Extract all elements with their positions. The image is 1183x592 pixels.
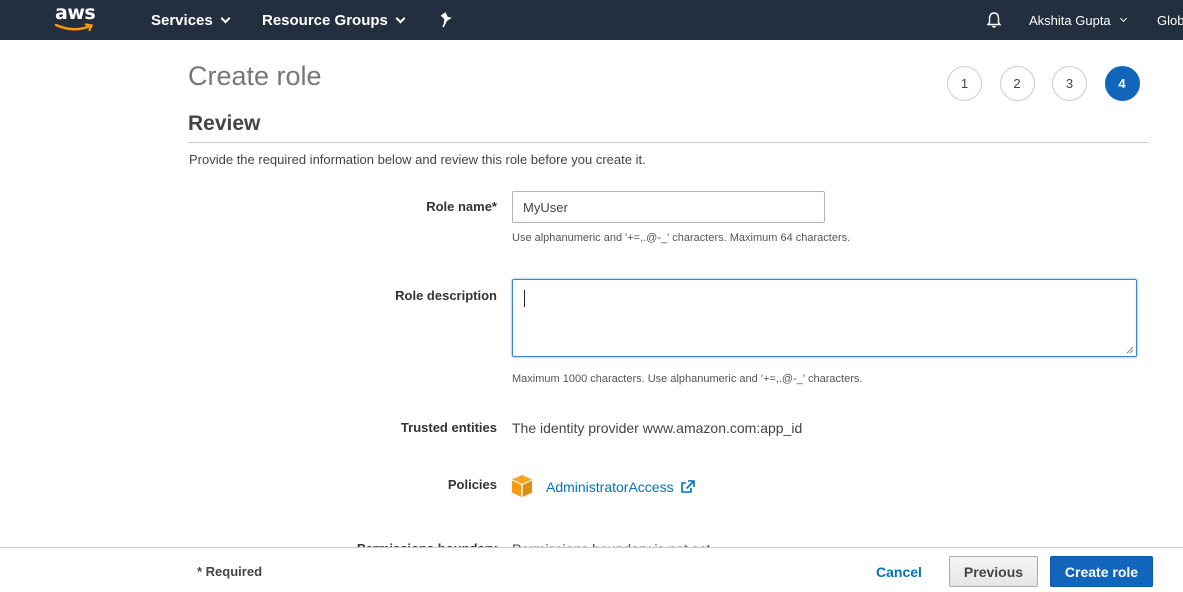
resource-groups-label: Resource Groups [262, 11, 388, 29]
chevron-down-icon [395, 13, 406, 23]
step-2[interactable]: 2 [999, 66, 1035, 101]
step-4-active: 4 [1104, 66, 1140, 101]
trusted-entities-value: The identity provider www.amazon.com:app… [512, 420, 803, 436]
policy-package-icon [512, 475, 532, 497]
policy-link-text: AdministratorAccess [546, 479, 674, 495]
wizard-steps: 1 2 3 4 [947, 66, 1157, 101]
chevron-down-icon [1119, 14, 1127, 22]
divider [188, 142, 1149, 143]
policies-label: Policies [447, 477, 497, 492]
user-name: Akshita Gupta [1029, 12, 1111, 28]
role-description-label: Role description [395, 288, 497, 303]
resize-handle-icon[interactable] [1126, 346, 1134, 354]
role-description-textarea[interactable] [512, 279, 1137, 357]
step-1[interactable]: 1 [947, 66, 982, 101]
trusted-entities-label: Trusted entities [400, 420, 497, 435]
role-name-label: Role name* [426, 199, 497, 214]
top-navigation-bar: aws Services Resource Groups Akshita Gup… [0, 0, 1183, 40]
intro-text: Provide the required information below a… [189, 152, 646, 167]
page-title: Create role [188, 61, 322, 91]
cancel-button[interactable]: Cancel [876, 564, 922, 580]
required-note: * Required [197, 564, 263, 579]
administrator-access-link[interactable]: AdministratorAccess [546, 479, 695, 495]
pin-button[interactable] [439, 0, 453, 40]
role-name-hint: Use alphanumeric and '+=,.@-_' character… [512, 232, 851, 244]
role-description-hint: Maximum 1000 characters. Use alphanumeri… [512, 373, 863, 385]
account-menu[interactable]: Akshita Gupta [1029, 0, 1127, 40]
section-title: Review [188, 112, 261, 135]
services-menu[interactable]: Services [151, 0, 231, 40]
wizard-footer: * Required Cancel Previous Create role [0, 547, 1183, 592]
services-label: Services [151, 11, 213, 29]
pin-icon [440, 12, 452, 28]
step-3[interactable]: 3 [1052, 66, 1087, 101]
role-name-input[interactable]: MyUser [512, 191, 825, 223]
region-label: Glob [1157, 12, 1183, 28]
aws-smile-icon [54, 23, 94, 32]
external-link-icon [680, 480, 695, 493]
resource-groups-menu[interactable]: Resource Groups [262, 0, 406, 40]
aws-logo-text: aws [55, 2, 96, 24]
create-role-button[interactable]: Create role [1050, 556, 1153, 587]
region-menu[interactable]: Glob [1157, 0, 1183, 40]
aws-logo[interactable]: aws [54, 2, 98, 36]
text-cursor [524, 290, 525, 307]
bell-icon [986, 12, 1002, 28]
notifications-button[interactable] [985, 0, 1003, 40]
chevron-down-icon [220, 13, 231, 23]
previous-button[interactable]: Previous [949, 556, 1038, 587]
role-name-value: MyUser [523, 199, 568, 215]
